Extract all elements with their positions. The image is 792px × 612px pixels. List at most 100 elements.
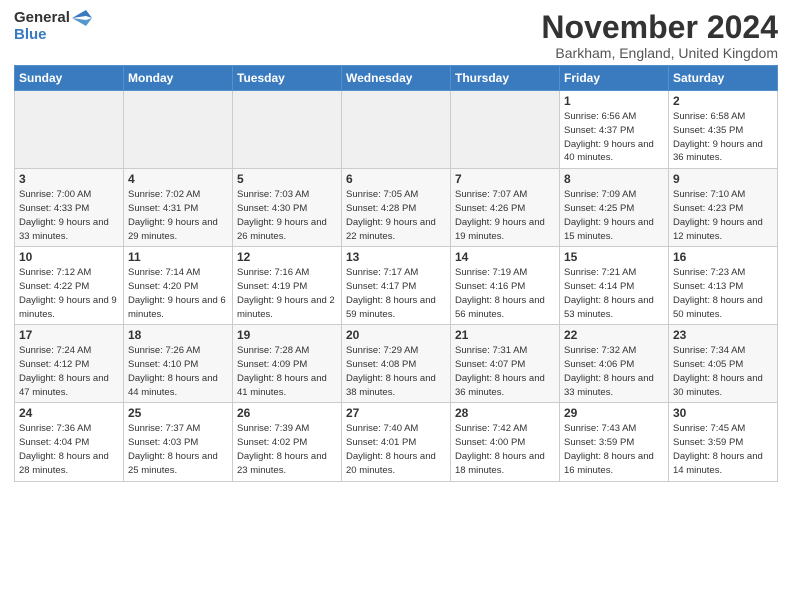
day-info: Sunrise: 7:40 AM Sunset: 4:01 PM Dayligh… [346,422,446,477]
table-cell: 22 Sunrise: 7:32 AM Sunset: 4:06 PM Dayli… [560,325,669,403]
day-info: Sunrise: 7:34 AM Sunset: 4:05 PM Dayligh… [673,344,773,399]
day-number: 30 [673,406,773,420]
day-info: Sunrise: 7:00 AM Sunset: 4:33 PM Dayligh… [19,188,119,243]
day-info: Sunrise: 7:09 AM Sunset: 4:25 PM Dayligh… [564,188,664,243]
logo: General Blue [14,10,92,43]
col-friday: Friday [560,66,669,91]
col-thursday: Thursday [451,66,560,91]
table-cell: 15 Sunrise: 7:21 AM Sunset: 4:14 PM Dayli… [560,247,669,325]
day-number: 7 [455,172,555,186]
table-cell: 6 Sunrise: 7:05 AM Sunset: 4:28 PM Daylig… [342,169,451,247]
table-cell [342,91,451,169]
table-cell: 25Sunrise: 7:37 AM Sunset: 4:03 PM Dayli… [124,403,233,481]
table-cell: 9 Sunrise: 7:10 AM Sunset: 4:23 PM Daylig… [669,169,778,247]
day-info: Sunrise: 7:10 AM Sunset: 4:23 PM Dayligh… [673,188,773,243]
day-info: Sunrise: 7:16 AM Sunset: 4:19 PM Dayligh… [237,266,337,321]
day-number: 11 [128,250,228,264]
week-row-5: 24 Sunrise: 7:36 AM Sunset: 4:04 PM Dayli… [15,403,778,481]
day-info: Sunrise: 7:21 AM Sunset: 4:14 PM Dayligh… [564,266,664,321]
day-number: 24 [19,406,119,420]
day-info: Sunrise: 7:03 AM Sunset: 4:30 PM Dayligh… [237,188,337,243]
day-info: Sunrise: 7:19 AM Sunset: 4:16 PM Dayligh… [455,266,555,321]
table-cell: 27Sunrise: 7:40 AM Sunset: 4:01 PM Dayli… [342,403,451,481]
logo-wordmark: General Blue [14,10,92,43]
day-number: 12 [237,250,337,264]
day-info: Sunrise: 7:39 AM Sunset: 4:02 PM Dayligh… [237,422,337,477]
header-row: General Blue November 2024 Barkham, Engl… [14,10,778,61]
day-number: 15 [564,250,664,264]
logo-bird-icon [72,10,92,26]
day-info: Sunrise: 7:36 AM Sunset: 4:04 PM Dayligh… [19,422,119,477]
week-row-1: 1 Sunrise: 6:56 AM Sunset: 4:37 PM Daylig… [15,91,778,169]
day-info: Sunrise: 7:42 AM Sunset: 4:00 PM Dayligh… [455,422,555,477]
day-number: 25 [128,406,228,420]
table-cell: 23 Sunrise: 7:34 AM Sunset: 4:05 PM Dayli… [669,325,778,403]
day-info: Sunrise: 6:56 AM Sunset: 4:37 PM Dayligh… [564,110,664,165]
table-cell: 30 Sunrise: 7:45 AM Sunset: 3:59 PM Dayli… [669,403,778,481]
day-number: 22 [564,328,664,342]
table-cell: 7 Sunrise: 7:07 AM Sunset: 4:26 PM Daylig… [451,169,560,247]
day-info: Sunrise: 6:58 AM Sunset: 4:35 PM Dayligh… [673,110,773,165]
table-cell: 8 Sunrise: 7:09 AM Sunset: 4:25 PM Daylig… [560,169,669,247]
day-number: 13 [346,250,446,264]
table-cell: 24 Sunrise: 7:36 AM Sunset: 4:04 PM Dayli… [15,403,124,481]
col-sunday: Sunday [15,66,124,91]
day-info: Sunrise: 7:23 AM Sunset: 4:13 PM Dayligh… [673,266,773,321]
day-number: 2 [673,94,773,108]
day-number: 14 [455,250,555,264]
day-info: Sunrise: 7:24 AM Sunset: 4:12 PM Dayligh… [19,344,119,399]
page-container: General Blue November 2024 Barkham, Engl… [0,0,792,492]
day-number: 4 [128,172,228,186]
day-number: 10 [19,250,119,264]
day-number: 5 [237,172,337,186]
table-cell [124,91,233,169]
table-cell: 20Sunrise: 7:29 AM Sunset: 4:08 PM Dayli… [342,325,451,403]
table-cell: 13 Sunrise: 7:17 AM Sunset: 4:17 PM Dayli… [342,247,451,325]
day-info: Sunrise: 7:17 AM Sunset: 4:17 PM Dayligh… [346,266,446,321]
day-info: Sunrise: 7:07 AM Sunset: 4:26 PM Dayligh… [455,188,555,243]
day-number: 3 [19,172,119,186]
day-number: 1 [564,94,664,108]
day-info: Sunrise: 7:05 AM Sunset: 4:28 PM Dayligh… [346,188,446,243]
table-cell [15,91,124,169]
table-cell: 14 Sunrise: 7:19 AM Sunset: 4:16 PM Dayli… [451,247,560,325]
day-number: 26 [237,406,337,420]
logo-blue: Blue [14,27,47,44]
day-info: Sunrise: 7:32 AM Sunset: 4:06 PM Dayligh… [564,344,664,399]
day-info: Sunrise: 7:45 AM Sunset: 3:59 PM Dayligh… [673,422,773,477]
day-number: 16 [673,250,773,264]
day-number: 9 [673,172,773,186]
day-number: 18 [128,328,228,342]
day-info: Sunrise: 7:28 AM Sunset: 4:09 PM Dayligh… [237,344,337,399]
table-cell: 16 Sunrise: 7:23 AM Sunset: 4:13 PM Dayli… [669,247,778,325]
table-cell: 26 Sunrise: 7:39 AM Sunset: 4:02 PM Dayli… [233,403,342,481]
day-number: 6 [346,172,446,186]
day-number: 23 [673,328,773,342]
day-info: Sunrise: 7:12 AM Sunset: 4:22 PM Dayligh… [19,266,119,321]
table-cell: 17 Sunrise: 7:24 AM Sunset: 4:12 PM Dayli… [15,325,124,403]
day-info: Sunrise: 7:31 AM Sunset: 4:07 PM Dayligh… [455,344,555,399]
day-info: Sunrise: 7:43 AM Sunset: 3:59 PM Dayligh… [564,422,664,477]
day-info: Sunrise: 7:02 AM Sunset: 4:31 PM Dayligh… [128,188,228,243]
table-cell: 3 Sunrise: 7:00 AM Sunset: 4:33 PM Daylig… [15,169,124,247]
week-row-4: 17 Sunrise: 7:24 AM Sunset: 4:12 PM Dayli… [15,325,778,403]
day-number: 8 [564,172,664,186]
day-number: 19 [237,328,337,342]
table-cell: 5 Sunrise: 7:03 AM Sunset: 4:30 PM Daylig… [233,169,342,247]
table-cell: 29Sunrise: 7:43 AM Sunset: 3:59 PM Dayli… [560,403,669,481]
table-cell [451,91,560,169]
day-number: 17 [19,328,119,342]
calendar-table: Sunday Monday Tuesday Wednesday Thursday… [14,65,778,481]
location-title: Barkham, England, United Kingdom [541,45,778,61]
table-cell: 12 Sunrise: 7:16 AM Sunset: 4:19 PM Dayli… [233,247,342,325]
table-cell: 2 Sunrise: 6:58 AM Sunset: 4:35 PM Daylig… [669,91,778,169]
day-number: 21 [455,328,555,342]
table-cell: 18Sunrise: 7:26 AM Sunset: 4:10 PM Dayli… [124,325,233,403]
table-cell [233,91,342,169]
table-cell: 21 Sunrise: 7:31 AM Sunset: 4:07 PM Dayli… [451,325,560,403]
day-number: 28 [455,406,555,420]
day-info: Sunrise: 7:14 AM Sunset: 4:20 PM Dayligh… [128,266,228,321]
table-cell: 28 Sunrise: 7:42 AM Sunset: 4:00 PM Dayli… [451,403,560,481]
table-cell: 4 Sunrise: 7:02 AM Sunset: 4:31 PM Daylig… [124,169,233,247]
day-info: Sunrise: 7:29 AM Sunset: 4:08 PM Dayligh… [346,344,446,399]
